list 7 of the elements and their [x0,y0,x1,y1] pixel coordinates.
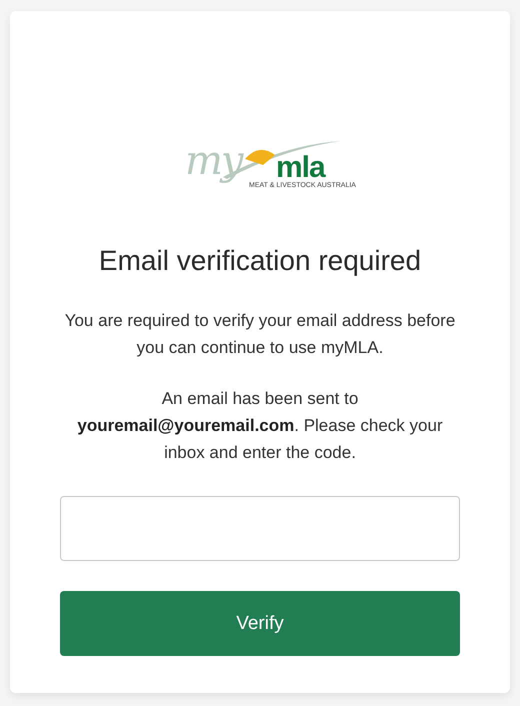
code-input-field[interactable] [60,496,460,561]
verify-button[interactable]: Verify [60,591,460,656]
logo-wordmark: mla [276,153,325,183]
instruction-text: You are required to verify your email address before you can continue to use myMLA. [64,310,456,359]
email-sent-text: An email has been sent to youremail@youremail.com. Please check your inbox and enter the code. [76,388,444,464]
page-heading: Email verification required [98,244,422,278]
sun-icon [245,150,275,165]
